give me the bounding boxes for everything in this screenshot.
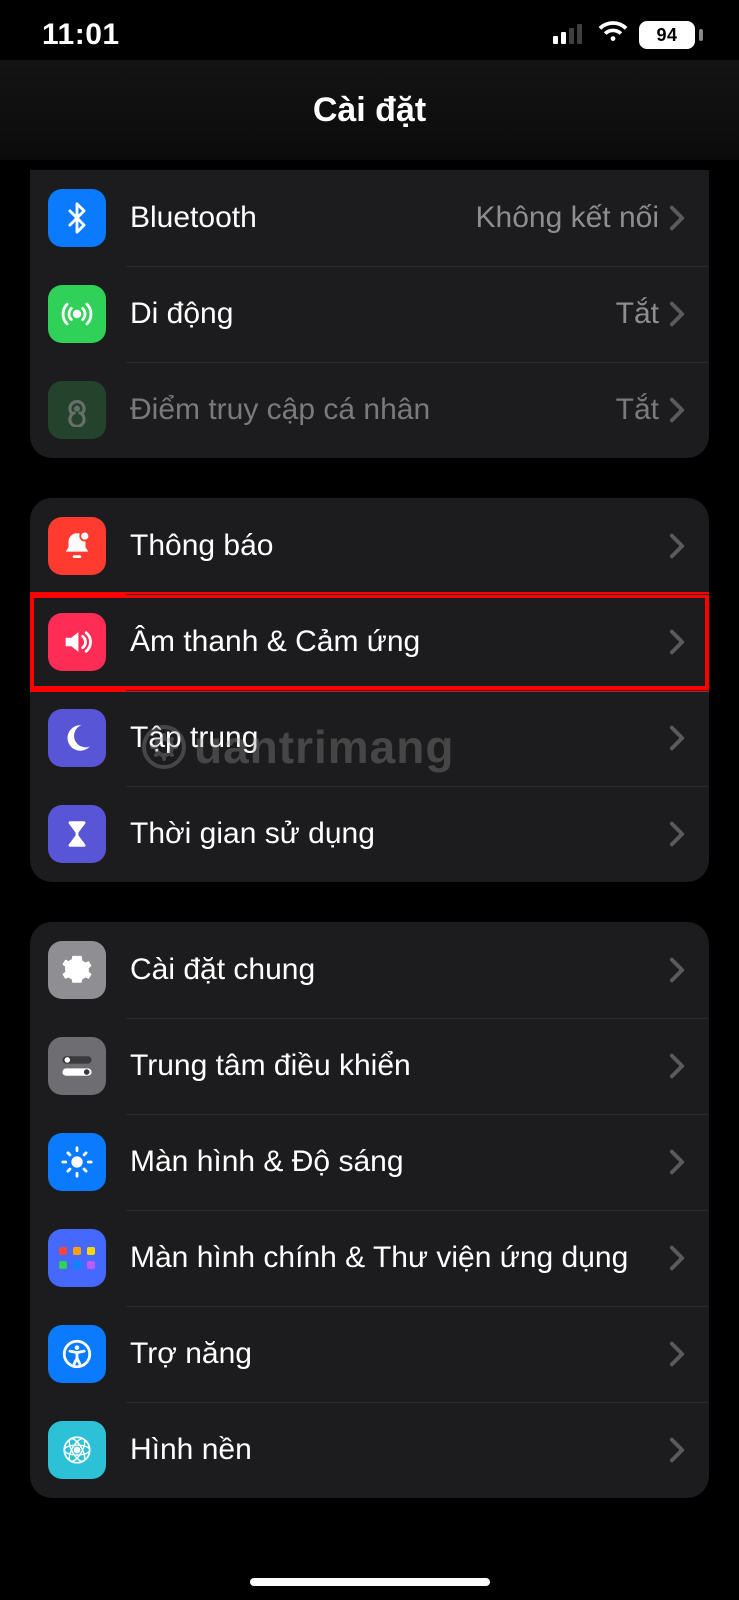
nav-bar: Cài đặt (0, 60, 739, 160)
battery-level: 94 (656, 25, 677, 46)
home-indicator[interactable] (250, 1578, 490, 1586)
row-label: Thời gian sử dụng (130, 815, 669, 853)
status-right: 94 (553, 18, 703, 52)
row-wallpaper[interactable]: Hình nền (30, 1402, 709, 1498)
row-value: Không kết nối (476, 201, 659, 235)
row-label: Hình nền (130, 1431, 669, 1469)
row-homescreen[interactable]: Màn hình chính & Thư viện ứng dụng (30, 1210, 709, 1306)
row-label: Âm thanh & Cảm ứng (130, 623, 669, 661)
chevron-right-icon (669, 397, 689, 423)
status-bar: 11:01 94 (0, 0, 739, 60)
chevron-right-icon (669, 1149, 689, 1175)
row-value: Tắt (616, 297, 659, 331)
row-notifications[interactable]: Thông báo (30, 498, 709, 594)
hotspot-icon (48, 381, 106, 439)
homescreen-icon (48, 1229, 106, 1287)
screentime-icon (48, 805, 106, 863)
accessibility-icon (48, 1325, 106, 1383)
battery-icon: 94 (639, 21, 703, 49)
chevron-right-icon (669, 533, 689, 559)
sounds-icon (48, 613, 106, 671)
row-label: Cài đặt chung (130, 951, 669, 989)
row-label: Di động (130, 295, 616, 333)
chevron-right-icon (669, 821, 689, 847)
wifi-icon (597, 18, 629, 52)
row-general[interactable]: Cài đặt chung (30, 922, 709, 1018)
row-accessibility[interactable]: Trợ năng (30, 1306, 709, 1402)
row-bluetooth[interactable]: Bluetooth Không kết nối (30, 170, 709, 266)
chevron-right-icon (669, 1437, 689, 1463)
page-title: Cài đặt (313, 91, 426, 130)
device-frame: 11:01 94 Cài đặt Bluetooth K (0, 0, 739, 1600)
chevron-right-icon (669, 205, 689, 231)
settings-group-attention: Thông báo Âm thanh & Cảm ứng Tập trung (30, 498, 709, 882)
row-sounds[interactable]: Âm thanh & Cảm ứng (30, 594, 709, 690)
focus-icon (48, 709, 106, 767)
chevron-right-icon (669, 1245, 689, 1271)
notifications-icon (48, 517, 106, 575)
row-focus[interactable]: Tập trung (30, 690, 709, 786)
chevron-right-icon (669, 629, 689, 655)
row-screentime[interactable]: Thời gian sử dụng (30, 786, 709, 882)
row-label: Tập trung (130, 719, 669, 757)
wallpaper-icon (48, 1421, 106, 1479)
row-cellular[interactable]: Di động Tắt (30, 266, 709, 362)
chevron-right-icon (669, 1053, 689, 1079)
chevron-right-icon (669, 957, 689, 983)
row-label: Bluetooth (130, 199, 476, 237)
cellular-icon (48, 285, 106, 343)
chevron-right-icon (669, 1341, 689, 1367)
row-label: Trung tâm điều khiển (130, 1047, 669, 1085)
row-label: Màn hình & Độ sáng (130, 1143, 669, 1181)
row-label: Điểm truy cập cá nhân (130, 391, 616, 429)
status-time: 11:01 (42, 18, 120, 52)
row-label: Trợ năng (130, 1335, 669, 1373)
cellular-signal-icon (553, 18, 587, 52)
row-display[interactable]: Màn hình & Độ sáng (30, 1114, 709, 1210)
settings-group-connectivity: Bluetooth Không kết nối Di động Tắt Điểm… (30, 170, 709, 458)
display-icon (48, 1133, 106, 1191)
row-value: Tắt (616, 393, 659, 427)
settings-group-system: Cài đặt chung Trung tâm điều khiển Màn h… (30, 922, 709, 1498)
bluetooth-icon (48, 189, 106, 247)
general-icon (48, 941, 106, 999)
row-hotspot[interactable]: Điểm truy cập cá nhân Tắt (30, 362, 709, 458)
row-control-center[interactable]: Trung tâm điều khiển (30, 1018, 709, 1114)
chevron-right-icon (669, 725, 689, 751)
control-center-icon (48, 1037, 106, 1095)
settings-content: Bluetooth Không kết nối Di động Tắt Điểm… (0, 170, 739, 1538)
chevron-right-icon (669, 301, 689, 327)
row-label: Màn hình chính & Thư viện ứng dụng (130, 1239, 669, 1277)
row-label: Thông báo (130, 527, 669, 565)
